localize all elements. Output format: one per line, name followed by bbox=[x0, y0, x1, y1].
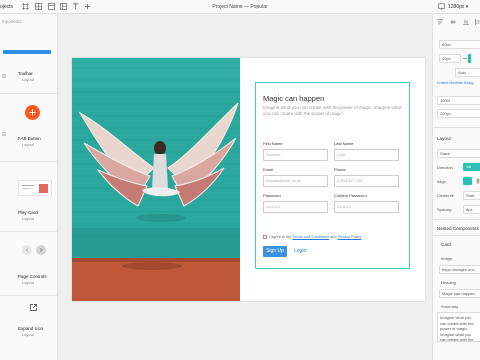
spacing-field[interactable]: 8px bbox=[463, 205, 480, 214]
properties-panel: 60px 40px Auto Enable Min/Max Sizing 100… bbox=[432, 14, 480, 360]
distribute-label: Distribute bbox=[437, 193, 454, 198]
component-sublabel: Layout bbox=[22, 142, 35, 147]
component-sublabel: Layout bbox=[22, 216, 35, 221]
direction-label: Direction bbox=[437, 165, 453, 170]
login-link[interactable]: Login bbox=[294, 248, 306, 254]
design-canvas[interactable]: Magic can happen Imagine what you can cr… bbox=[58, 14, 432, 360]
component-sublabel: Layout bbox=[22, 332, 35, 337]
align-middle-icon[interactable] bbox=[450, 19, 456, 25]
signup-card[interactable]: Magic can happen Imagine what you can cr… bbox=[255, 82, 410, 269]
height-field[interactable]: 200px bbox=[437, 109, 480, 118]
first-name-label: First Name bbox=[263, 141, 283, 146]
chevron-right-icon bbox=[39, 248, 43, 252]
heading-field[interactable]: Magic can happen bbox=[439, 289, 480, 298]
constraint-pin[interactable] bbox=[468, 54, 471, 63]
play-card-thumbnail bbox=[18, 180, 52, 196]
component-name: FAB Button bbox=[18, 136, 41, 141]
align-start-chip[interactable] bbox=[463, 177, 472, 185]
align-left-icon[interactable] bbox=[475, 19, 480, 25]
direction-chip-label: Ver bbox=[466, 164, 472, 169]
component-sublabel: Layout bbox=[22, 280, 35, 285]
hero-photo bbox=[72, 58, 240, 301]
terms-link[interactable]: Terms and Conditions bbox=[292, 235, 329, 239]
component-expand-icon[interactable]: Expand Icon Layout bbox=[0, 296, 57, 360]
components-panel: mponents Toolbar Layout FAB Button Layou… bbox=[0, 14, 58, 360]
hamburger-icon bbox=[2, 132, 6, 136]
nested-components-label: Nested Components bbox=[437, 226, 479, 231]
monitor-icon[interactable] bbox=[438, 3, 445, 10]
component-play-card[interactable]: Play Card Layout bbox=[0, 162, 57, 232]
terms-checkbox[interactable] bbox=[263, 235, 267, 239]
text-line bbox=[22, 185, 34, 186]
component-toolbar[interactable]: Toolbar Layout bbox=[0, 36, 57, 94]
text-line bbox=[22, 188, 31, 189]
card-paragraph: Imagine what you can create with the pow… bbox=[263, 105, 402, 116]
confirm-password-label: Confirm Password bbox=[334, 193, 367, 198]
align-top-icon[interactable] bbox=[437, 19, 443, 25]
fab-thumbnail bbox=[25, 105, 40, 120]
prev-page-thumb bbox=[22, 245, 32, 255]
component-name: Toolbar bbox=[18, 71, 33, 76]
terms-row: I agree to the Terms and Conditions and … bbox=[263, 235, 361, 239]
password-field[interactable]: •••••••••• bbox=[263, 201, 328, 213]
next-page-thumb bbox=[36, 245, 46, 255]
image-url-field[interactable]: https://images.uns bbox=[439, 265, 480, 274]
artboard[interactable]: Magic can happen Imagine what you can cr… bbox=[72, 58, 425, 301]
confirm-password-field[interactable]: •••••••••• bbox=[334, 201, 399, 213]
layout-section-label: Layout bbox=[437, 136, 451, 141]
summary-textarea[interactable]: Imagine what you can create with the pow… bbox=[437, 312, 480, 342]
signup-button[interactable]: Sign Up bbox=[263, 246, 287, 257]
email-field[interactable]: thomas@cole.co.uk bbox=[263, 175, 328, 187]
align-label: Align bbox=[437, 179, 446, 184]
document-title: Project Name — Popular bbox=[212, 4, 268, 10]
component-name: Page Controls bbox=[18, 274, 47, 279]
last-name-label: Last Name bbox=[334, 141, 354, 146]
viewport-size-select[interactable]: 1280px ▾ bbox=[448, 4, 468, 10]
component-sublabel: Layout bbox=[22, 77, 35, 82]
component-fab-button[interactable]: FAB Button Layout bbox=[0, 94, 57, 162]
email-label: Email bbox=[263, 167, 274, 172]
align-bottom-icon[interactable] bbox=[463, 19, 469, 25]
add-icon bbox=[29, 109, 36, 116]
enable-minmax-link[interactable]: Enable Min/Max Sizing bbox=[437, 81, 474, 85]
align-center-icon[interactable] bbox=[475, 178, 480, 184]
divider bbox=[433, 219, 480, 220]
open-in-new-icon bbox=[30, 304, 37, 311]
phone-field[interactable]: 1 555 347 704 bbox=[334, 175, 399, 187]
constraint-line bbox=[463, 58, 467, 59]
agree-and: and bbox=[330, 235, 337, 239]
distribute-select[interactable]: Start bbox=[463, 191, 480, 200]
first-name-field[interactable]: Thomas bbox=[263, 149, 328, 161]
divider bbox=[433, 235, 480, 236]
x-position-field[interactable]: 60px bbox=[439, 40, 480, 49]
chevron-left-icon bbox=[25, 248, 29, 252]
divider bbox=[433, 127, 480, 128]
component-name: Expand Icon bbox=[18, 326, 44, 331]
album-art bbox=[39, 184, 48, 193]
agree-prefix: I agree to the bbox=[269, 235, 292, 239]
width-percent-field[interactable]: 100% bbox=[437, 96, 480, 105]
woman-with-wings-image bbox=[72, 58, 240, 301]
heading-prop-label: Heading bbox=[441, 280, 456, 285]
toolbar-thumbnail bbox=[3, 50, 51, 54]
spacing-label: Spacing bbox=[437, 207, 452, 212]
summary-prop-label: Summary bbox=[441, 304, 459, 309]
layout-type-select[interactable]: Stack bbox=[437, 149, 480, 158]
auto-field[interactable]: Auto bbox=[455, 68, 480, 77]
password-label: Password bbox=[263, 193, 281, 198]
component-name: Play Card bbox=[18, 210, 38, 215]
last-name-field[interactable]: Cole bbox=[334, 149, 399, 161]
width-field[interactable]: 40px bbox=[439, 54, 461, 63]
components-section-label: mponents bbox=[2, 19, 22, 24]
direction-vertical-chip[interactable]: Ver bbox=[463, 163, 480, 171]
phone-label: Phone bbox=[334, 167, 346, 172]
card-heading: Magic can happen bbox=[263, 94, 325, 103]
privacy-link[interactable]: Privacy Policy bbox=[338, 235, 362, 239]
hamburger-icon bbox=[2, 74, 6, 78]
image-prop-label: Image bbox=[441, 256, 453, 261]
card-component-label: Card bbox=[441, 242, 451, 247]
component-page-controls[interactable]: Page Controls Layout bbox=[0, 232, 57, 296]
top-toolbar: ojects Project Name — Popular 1280px ▾ bbox=[0, 0, 480, 14]
